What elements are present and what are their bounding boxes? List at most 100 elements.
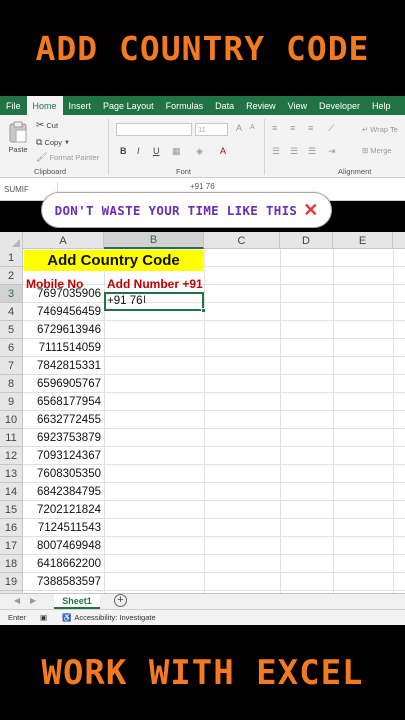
mobile-number-cell[interactable]: 7388583597: [24, 573, 103, 591]
mobile-number-cell[interactable]: 6842384795: [24, 483, 103, 501]
decrease-font-button[interactable]: A: [250, 124, 255, 131]
gridline: [280, 249, 281, 593]
next-sheet-icon[interactable]: ▶: [30, 596, 36, 605]
row-header-4[interactable]: 4: [0, 303, 23, 321]
merge-button[interactable]: ⊞ Merge: [362, 146, 392, 155]
format-painter-button[interactable]: 🖌 Format Painter: [36, 152, 99, 163]
warning-toast: DON'T WASTE YOUR TIME LIKE THIS ✕: [41, 192, 332, 228]
align-right-icon[interactable]: ☰: [308, 146, 316, 157]
formula-input[interactable]: +91 76: [190, 182, 215, 191]
row-header-8[interactable]: 8: [0, 375, 23, 393]
mobile-number-cell[interactable]: 7111514059: [24, 339, 103, 357]
column-header-c[interactable]: C: [204, 232, 280, 249]
ribbon: Paste ✂ Cut ⧉ Copy ▼ 🖌 Format Painter Cl…: [0, 115, 405, 178]
italic-button[interactable]: I: [137, 146, 140, 156]
mobile-number-cell[interactable]: 6418662200: [24, 555, 103, 573]
mobile-number-cell[interactable]: 6923753879: [24, 429, 103, 447]
wrap-text-label: Wrap Te: [370, 125, 398, 134]
row-header-18[interactable]: 18: [0, 555, 23, 573]
row-header-7[interactable]: 7: [0, 357, 23, 375]
underline-button[interactable]: U: [153, 146, 160, 156]
row-header-14[interactable]: 14: [0, 483, 23, 501]
row-header-9[interactable]: 9: [0, 393, 23, 411]
mobile-number-cell[interactable]: 7842815331: [24, 357, 103, 375]
sheet-tab-sheet1[interactable]: Sheet1: [54, 594, 100, 609]
macro-record-icon[interactable]: ▣: [40, 613, 47, 622]
mobile-number-cell[interactable]: 7124511543: [24, 519, 103, 537]
accessibility-status[interactable]: ♿ Accessibility: Investigate: [62, 613, 156, 622]
fill-handle[interactable]: [201, 308, 206, 313]
bottom-banner: WORK WITH EXCEL: [0, 625, 405, 720]
header-add-number[interactable]: Add Number +91: [107, 275, 203, 293]
align-left-icon[interactable]: ☰: [272, 146, 280, 157]
mobile-number-cell[interactable]: 7469456459: [24, 303, 103, 321]
wrap-text-button[interactable]: ↵ Wrap Te: [362, 125, 398, 134]
mobile-number-cell[interactable]: 7093124367: [24, 447, 103, 465]
paste-button[interactable]: Paste: [8, 121, 28, 154]
mobile-number-cell[interactable]: 6632772455: [24, 411, 103, 429]
tab-help[interactable]: Help: [366, 96, 397, 115]
column-header-d[interactable]: D: [280, 232, 333, 249]
borders-icon[interactable]: ▦: [172, 146, 181, 157]
row-header-3[interactable]: 3: [0, 285, 23, 303]
select-all-corner[interactable]: [0, 232, 23, 249]
mobile-number-cell[interactable]: 6568177954: [24, 393, 103, 411]
mobile-number-cell[interactable]: 8007469948: [24, 537, 103, 555]
mobile-number-cell[interactable]: 7608305350: [24, 465, 103, 483]
tab-formulas[interactable]: Formulas: [160, 96, 210, 115]
tab-review[interactable]: Review: [240, 96, 282, 115]
tab-file[interactable]: File: [0, 96, 27, 115]
tab-insert[interactable]: Insert: [63, 96, 98, 115]
column-header-b[interactable]: B: [104, 232, 204, 249]
tab-page-layout[interactable]: Page Layout: [97, 96, 160, 115]
header-mobile-no[interactable]: Mobile No: [26, 275, 83, 293]
row-header-11[interactable]: 11: [0, 429, 23, 447]
spreadsheet-grid[interactable]: A B C D E 123456789101112131415161718192…: [0, 232, 405, 609]
bold-button[interactable]: B: [120, 146, 127, 156]
add-sheet-icon[interactable]: +: [114, 594, 127, 607]
tab-data[interactable]: Data: [209, 96, 240, 115]
tab-home[interactable]: Home: [26, 96, 63, 115]
row-header-19[interactable]: 19: [0, 573, 23, 591]
bottom-banner-text: WORK WITH EXCEL: [41, 652, 364, 693]
increase-font-button[interactable]: A: [236, 123, 242, 133]
fill-color-icon[interactable]: ◈: [196, 146, 203, 157]
merge-label: Merge: [370, 146, 392, 155]
indent-icon[interactable]: ⇥: [328, 146, 336, 157]
copy-button[interactable]: ⧉ Copy ▼: [36, 137, 70, 148]
mobile-number-cell[interactable]: 6729613946: [24, 321, 103, 339]
column-header-a[interactable]: A: [23, 232, 104, 249]
top-banner-text: ADD COUNTRY CODE: [35, 28, 370, 68]
row-header-10[interactable]: 10: [0, 411, 23, 429]
column-header-e[interactable]: E: [333, 232, 393, 249]
row-header-15[interactable]: 15: [0, 501, 23, 519]
font-size-box[interactable]: 11: [195, 123, 228, 136]
row-header-2[interactable]: 2: [0, 267, 23, 285]
row-header-6[interactable]: 6: [0, 339, 23, 357]
sheet-title-cell[interactable]: Add Country Code: [24, 250, 203, 271]
row-header-5[interactable]: 5: [0, 321, 23, 339]
sheet-tab-bar: ◀ ▶ Sheet1 +: [0, 593, 405, 609]
active-cell-value[interactable]: +91 76: [107, 292, 143, 310]
alignment-group-label: Alignment: [338, 167, 372, 176]
align-center-icon[interactable]: ☰: [290, 146, 298, 157]
tab-developer[interactable]: Developer: [313, 96, 366, 115]
scissors-icon: ✂: [36, 120, 45, 131]
align-bottom-icon[interactable]: ≡: [308, 123, 313, 133]
mobile-number-cell[interactable]: 7202121824: [24, 501, 103, 519]
cut-button[interactable]: ✂ Cut: [36, 120, 58, 131]
align-middle-icon[interactable]: ≡: [290, 123, 295, 133]
row-header-13[interactable]: 13: [0, 465, 23, 483]
row-header-12[interactable]: 12: [0, 447, 23, 465]
font-color-icon[interactable]: A: [220, 146, 226, 156]
align-top-icon[interactable]: ≡: [272, 123, 277, 133]
font-name-box[interactable]: [116, 123, 192, 136]
row-header-16[interactable]: 16: [0, 519, 23, 537]
mobile-number-cell[interactable]: 6596905767: [24, 375, 103, 393]
prev-sheet-icon[interactable]: ◀: [14, 596, 20, 605]
orientation-icon[interactable]: ⟋: [328, 123, 334, 134]
row-header-1[interactable]: 1: [0, 249, 23, 267]
row-header-17[interactable]: 17: [0, 537, 23, 555]
format-painter-label: Format Painter: [49, 153, 100, 162]
tab-view[interactable]: View: [282, 96, 313, 115]
